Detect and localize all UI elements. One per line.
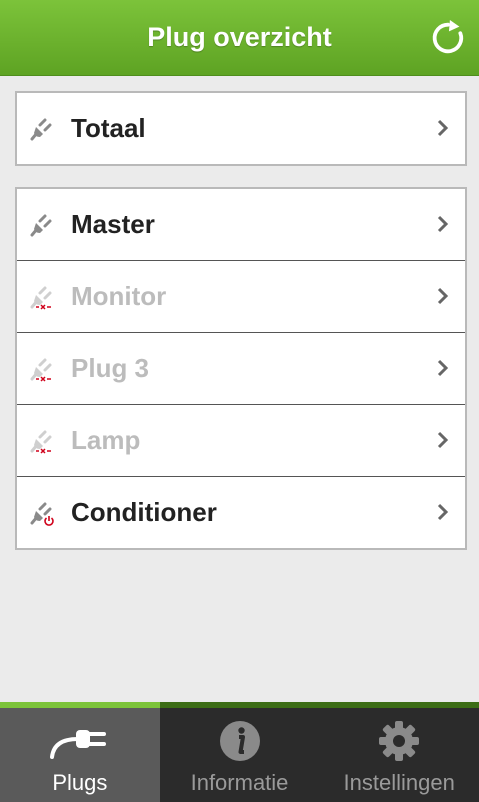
chevron-right-icon xyxy=(437,287,449,305)
plug-row-lamp[interactable]: Lamp xyxy=(17,404,465,476)
tab-label: Instellingen xyxy=(343,770,455,795)
total-group: Totaal xyxy=(15,91,467,166)
chevron-right-icon xyxy=(437,431,449,449)
chevron-right-icon xyxy=(437,359,449,377)
plug-label: Conditioner xyxy=(71,497,217,527)
plug-list: Master Monitor Plug 3 Lamp Conditioner xyxy=(15,187,467,550)
chevron-right-icon xyxy=(437,215,449,233)
tab-label: Informatie xyxy=(190,770,289,795)
plug-label: Master xyxy=(71,209,155,239)
plug-icon xyxy=(49,730,106,759)
chevron-right-icon xyxy=(437,503,449,521)
plug-row-totaal[interactable]: Totaal xyxy=(17,93,465,164)
plug-label: Lamp xyxy=(71,425,141,455)
tab-informatie[interactable]: Informatie xyxy=(159,702,320,802)
plug-row-monitor[interactable]: Monitor xyxy=(17,260,465,332)
plug-label: Monitor xyxy=(71,281,167,311)
info-icon xyxy=(219,721,260,761)
chevron-right-icon xyxy=(437,119,449,137)
page-title: Plug overzicht xyxy=(147,22,332,52)
plug-disconnected-icon xyxy=(30,286,52,310)
plug-row-master[interactable]: Master xyxy=(17,189,465,260)
plug-disconnected-icon xyxy=(30,358,52,382)
plug-row-conditioner[interactable]: Conditioner xyxy=(17,476,465,548)
plug-status-icon xyxy=(30,118,52,140)
refresh-icon[interactable] xyxy=(429,19,467,57)
app-header: Plug overzicht xyxy=(0,0,479,76)
tab-plugs[interactable]: Plugs xyxy=(0,702,160,802)
bottom-tab-bar: Plugs Informatie Instellingen xyxy=(0,702,479,802)
plug-label: Totaal xyxy=(71,113,146,143)
gear-icon xyxy=(379,721,420,761)
plug-status-icon xyxy=(30,214,52,236)
plug-label: Plug 3 xyxy=(71,353,150,383)
plug-disconnected-icon xyxy=(30,430,52,454)
tab-instellingen[interactable]: Instellingen xyxy=(319,702,479,802)
plug-row-plug-3[interactable]: Plug 3 xyxy=(17,332,465,404)
plug-power-off-icon xyxy=(30,502,54,526)
tab-label: Plugs xyxy=(52,770,108,795)
